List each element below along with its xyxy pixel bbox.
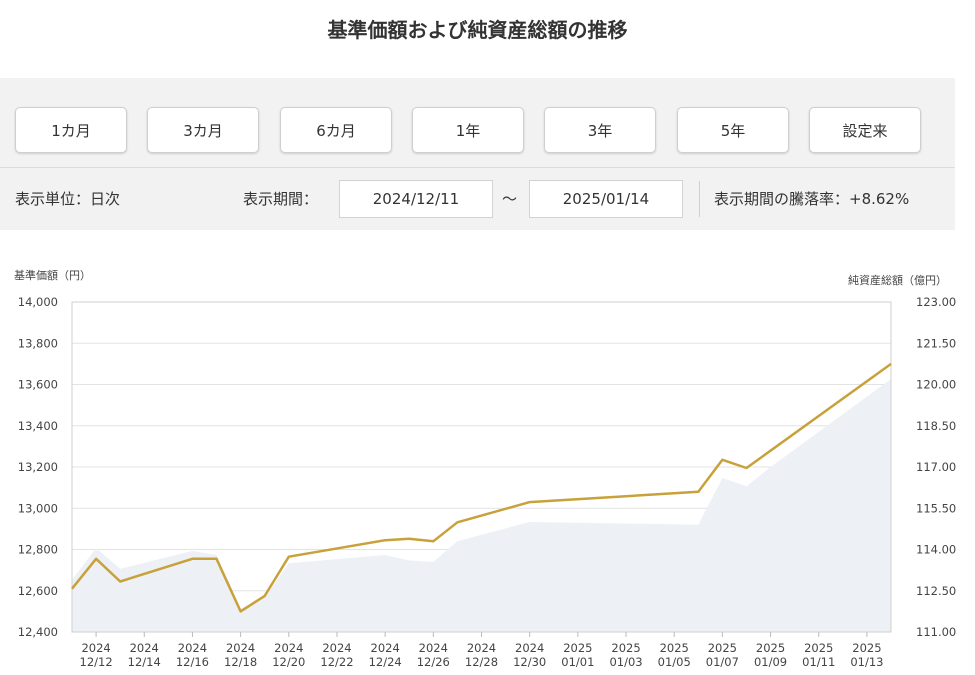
y-tick-label: 12,600 [18,584,58,598]
x-tick-date: 01/01 [561,655,594,669]
net-assets-area [72,379,891,632]
y2-tick-label: 115.50 [916,501,956,515]
y-tick-label: 12,400 [18,625,58,639]
y2-tick-label: 118.50 [916,419,956,433]
y-tick-labels: 12,400 12,600 12,800 13,000 13,200 13,400 13,6… [18,295,58,639]
x-tick-date: 01/11 [802,655,835,669]
net-assets-area-layer [72,379,891,632]
x-tick-year: 2024 [467,641,496,655]
y-tick-label: 12,800 [18,543,58,557]
x-tick-date: 12/12 [80,655,113,669]
x-tick-year: 2025 [852,641,881,655]
x-tick-year: 2025 [756,641,785,655]
x-tick-date: 01/05 [658,655,691,669]
x-tick-date: 01/07 [706,655,739,669]
x-tick-year: 2025 [611,641,640,655]
x-tick-date: 12/16 [176,655,209,669]
x-tick-date: 01/13 [850,655,883,669]
x-tick-year: 2024 [419,641,448,655]
x-tick-date: 12/24 [369,655,402,669]
x-tick-year: 2024 [371,641,400,655]
x-tick-year: 2025 [708,641,737,655]
x-tick-date: 12/22 [320,655,353,669]
y2-tick-label: 120.00 [916,378,956,392]
y-tick-label: 13,200 [18,460,58,474]
x-tick-year: 2024 [515,641,544,655]
y2-tick-label: 117.00 [916,460,956,474]
y-tick-label: 13,600 [18,378,58,392]
y2-tick-label: 112.50 [916,584,956,598]
x-tick-year: 2024 [178,641,207,655]
x-tick-year: 2024 [274,641,303,655]
y-axis-label: 基準価額（円） [14,268,91,282]
x-tick-year: 2024 [226,641,255,655]
x-tick-date: 12/20 [272,655,305,669]
x-tick-year: 2024 [81,641,110,655]
x-tick-date: 01/09 [754,655,787,669]
y-tick-label: 13,000 [18,501,58,515]
x-tick-year: 2024 [130,641,159,655]
y-tick-label: 13,400 [18,419,58,433]
x-tick-labels: 202412/12202412/14202412/16202412/182024… [80,632,883,669]
x-tick-year: 2025 [563,641,592,655]
y-tick-label: 13,800 [18,336,58,350]
x-tick-year: 2025 [804,641,833,655]
nav-chart: 基準価額（円） 純資産総額（億円） 12,400 12,600 12,800 13,0… [14,268,956,669]
x-tick-date: 01/03 [609,655,642,669]
x-tick-date: 12/28 [465,655,498,669]
x-tick-year: 2024 [322,641,351,655]
x-tick-date: 12/26 [417,655,450,669]
y2-tick-label: 121.50 [916,336,956,350]
x-tick-date: 12/14 [128,655,161,669]
x-tick-year: 2025 [660,641,689,655]
y2-tick-label: 111.00 [916,625,956,639]
y2-axis-label: 純資産総額（億円） [848,273,947,287]
x-tick-date: 12/30 [513,655,546,669]
y2-tick-label: 114.00 [916,543,956,557]
y2-tick-label: 123.00 [916,295,956,309]
y-tick-label: 14,000 [18,295,58,309]
y2-tick-labels: 111.00 112.50 114.00 115.50 117.00 118.50 120.… [916,295,956,639]
x-tick-date: 12/18 [224,655,257,669]
